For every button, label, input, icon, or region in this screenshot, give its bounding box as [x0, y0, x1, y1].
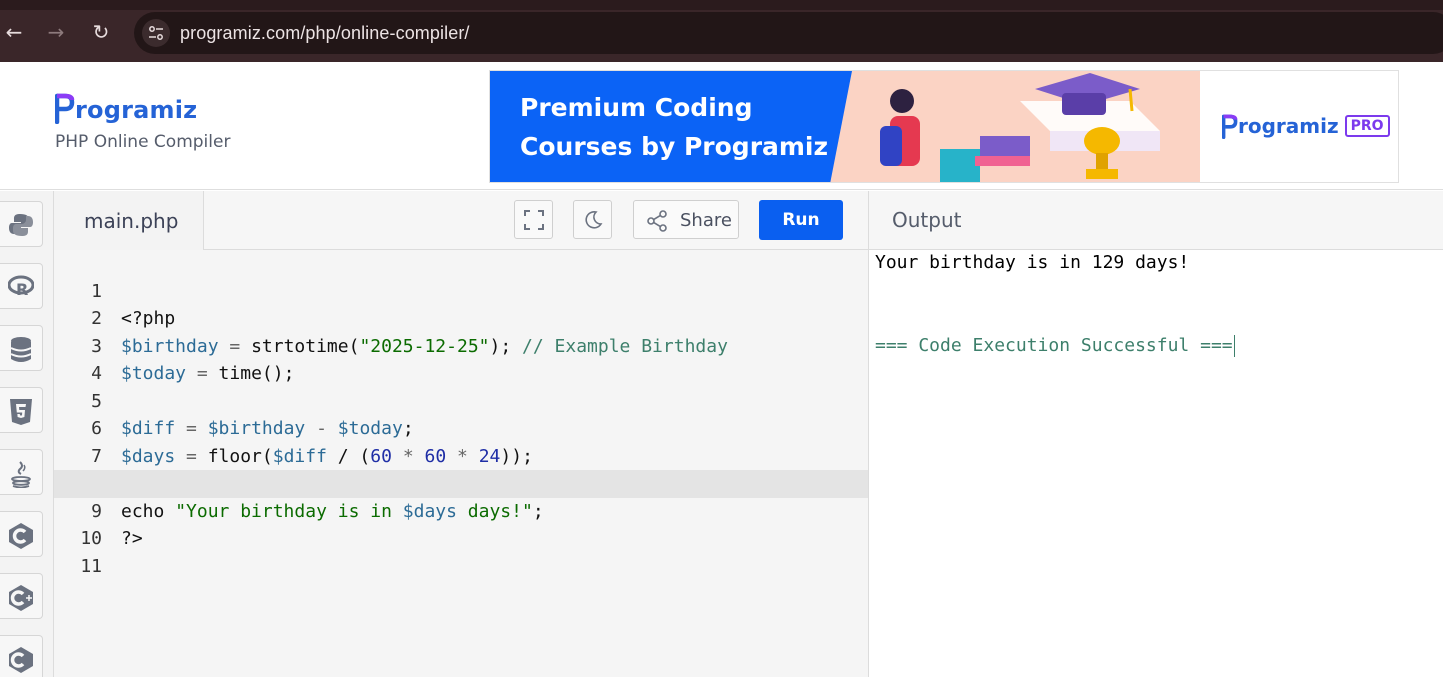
c-icon[interactable] — [0, 511, 43, 557]
code-line: 8 echo "Your birthday is in $days days!"… — [54, 443, 868, 522]
execution-status-text: === Code Execution Successful === — [875, 335, 1233, 356]
sql-database-icon[interactable] — [0, 325, 43, 371]
code-line: 6 $days = floor($diff / (60 * 60 * 24)); — [54, 388, 868, 467]
language-sidebar: R — [0, 191, 54, 677]
dark-mode-button[interactable] — [573, 200, 612, 239]
editor-toolbar: main.php Share Run — [54, 191, 868, 251]
back-arrow-icon[interactable]: ← — [0, 18, 28, 46]
file-tab-label: main.php — [84, 209, 179, 233]
fullscreen-icon — [524, 210, 544, 230]
code-line: 10 — [54, 498, 868, 549]
programiz-p-icon — [54, 92, 75, 125]
output-title: Output — [892, 208, 962, 232]
page-subtitle: PHP Online Compiler — [55, 132, 231, 152]
forward-arrow-icon[interactable]: → — [42, 18, 70, 46]
r-icon[interactable]: R — [0, 263, 43, 309]
share-icon — [647, 210, 667, 232]
code-line: 5 $diff = $birthday - $today; — [54, 360, 868, 440]
code-line: 4 — [54, 333, 868, 384]
java-icon[interactable] — [0, 449, 43, 495]
programiz-logo[interactable]: rogramiz PHP Online Compiler — [54, 92, 231, 152]
ad-headline-1: Premium Coding — [520, 93, 753, 122]
share-label: Share — [680, 210, 732, 231]
code-line: 7 — [54, 415, 868, 467]
ad-banner[interactable]: Premium Coding Courses by Programiz rogr… — [489, 70, 1399, 183]
output-header: Output — [868, 191, 1443, 250]
address-bar[interactable]: programiz.com/php/online-compiler/ — [134, 12, 1443, 54]
code-line: 11 — [54, 525, 868, 577]
svg-text:R: R — [16, 280, 28, 299]
code-line: 3 $today = time(); — [54, 305, 868, 385]
fullscreen-button[interactable] — [514, 200, 553, 239]
ad-text-panel: Premium Coding Courses by Programiz — [490, 71, 850, 182]
site-header: rogramiz PHP Online Compiler Premium Cod… — [0, 62, 1443, 190]
site-info-icon[interactable] — [142, 19, 170, 47]
python-icon[interactable] — [0, 201, 43, 247]
ad-illustration — [830, 71, 1200, 182]
ad-brand-panel: rogramiz PRO — [1200, 71, 1398, 182]
code-editor[interactable]: 1 <?php 2 $birthday = strtotime("2025-12… — [54, 250, 868, 677]
ad-brand-name: rogramiz — [1238, 114, 1339, 138]
code-line: 2 $birthday = strtotime("2025-12-25"); /… — [54, 278, 868, 357]
execution-status: === Code Execution Successful === — [875, 335, 1235, 357]
output-line: Your birthday is in 129 days! — [875, 252, 1190, 273]
moon-icon — [585, 211, 603, 229]
reload-icon[interactable]: ↻ — [87, 18, 115, 46]
run-button[interactable]: Run — [759, 200, 843, 240]
line-number: 11 — [80, 555, 102, 577]
file-tab-main-php[interactable]: main.php — [54, 191, 204, 251]
browser-toolbar: ← → ↻ programiz.com/php/online-compiler/ — [0, 0, 1443, 62]
code-line-active: 9 ?> — [54, 470, 868, 549]
code-line: 1 <?php — [54, 250, 868, 330]
url-text[interactable]: programiz.com/php/online-compiler/ — [180, 23, 470, 44]
programiz-pro-p-icon — [1222, 114, 1238, 139]
pro-badge: PRO — [1344, 115, 1390, 137]
brand-name: rogramiz — [75, 96, 198, 124]
tab-strip — [0, 0, 1443, 10]
csharp-icon[interactable] — [0, 635, 43, 677]
ad-headline-2: Courses by Programiz — [520, 132, 829, 161]
html5-icon[interactable] — [0, 387, 43, 433]
share-button[interactable]: Share — [633, 200, 739, 239]
cpp-icon[interactable] — [0, 573, 43, 619]
output-panel[interactable]: Your birthday is in 129 days! === Code E… — [868, 250, 1443, 677]
text-caret — [1233, 335, 1235, 357]
